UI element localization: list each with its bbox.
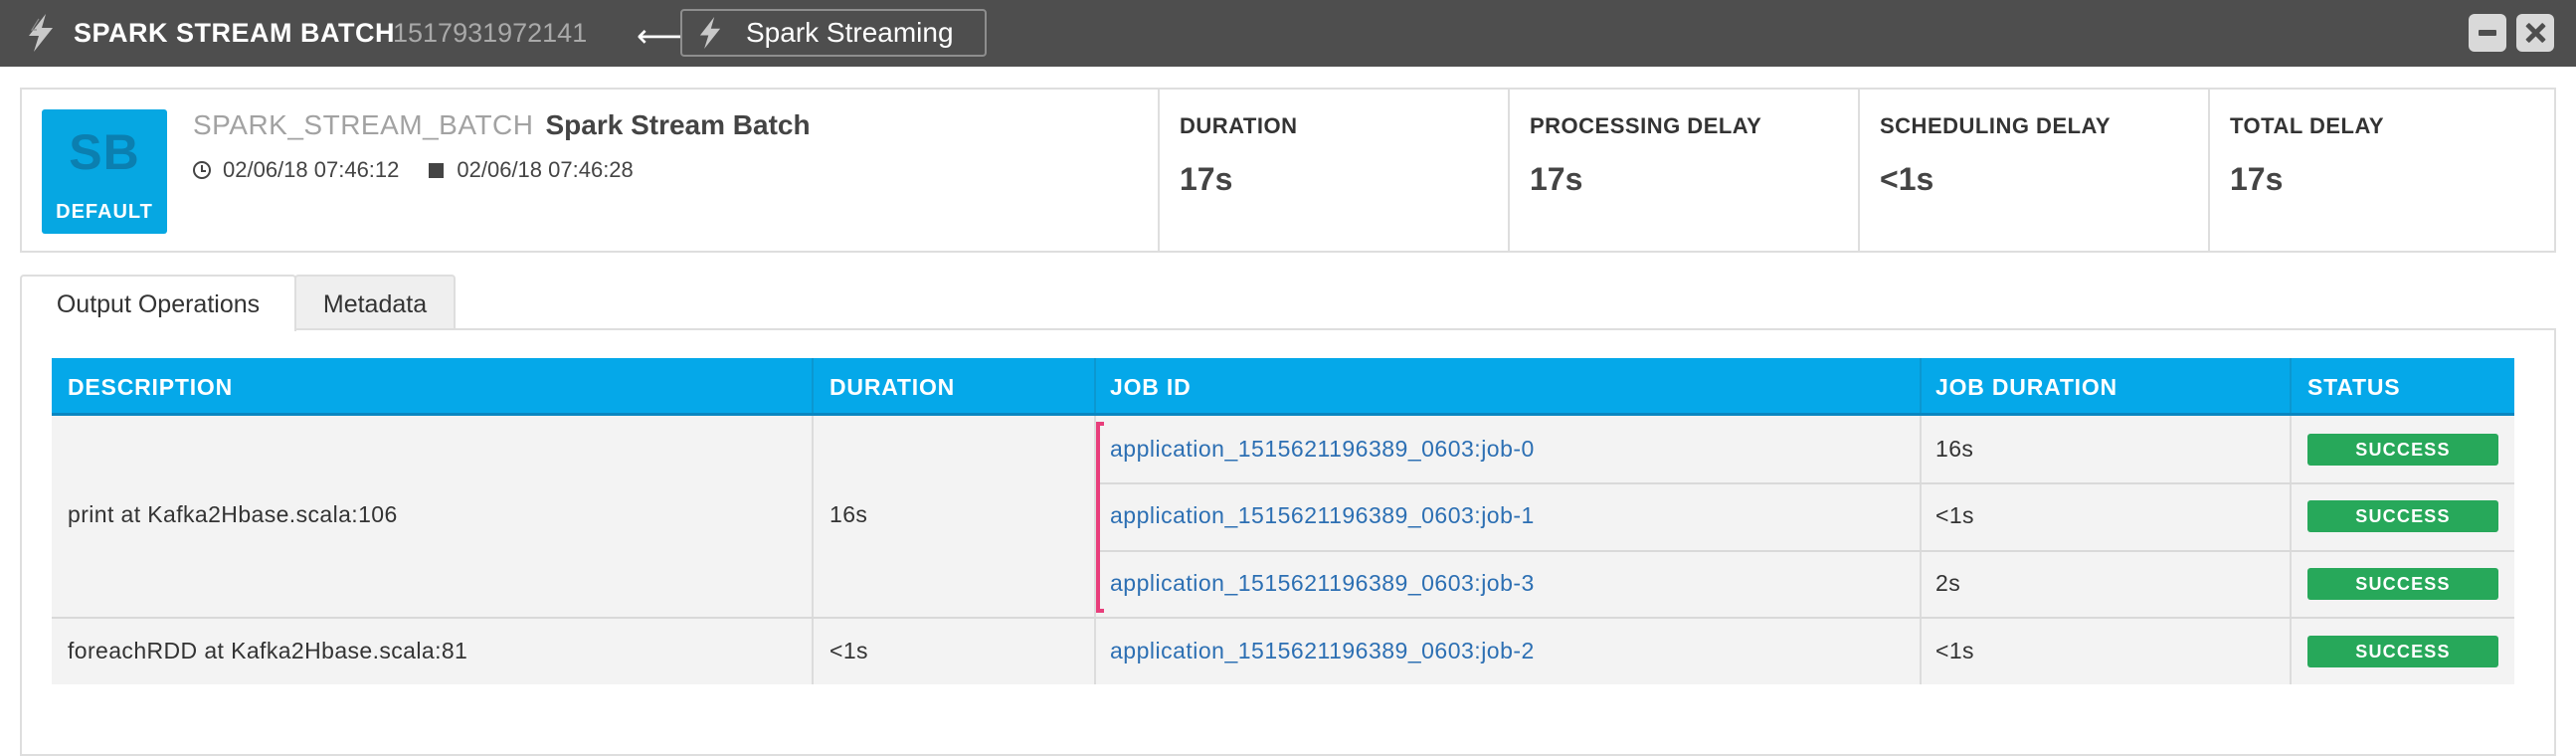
title-bar: SPARK STREAM BATCH 1517931972141 ⟵ Spark…	[0, 0, 2576, 67]
job-id-link[interactable]: application_1515621196389_0603:job-1	[1110, 502, 1535, 529]
table-header: DESCRIPTION DURATION JOB ID JOB DURATION…	[52, 358, 2514, 416]
lightning-bolt-icon	[29, 14, 53, 52]
column-header-duration[interactable]: DURATION	[829, 358, 955, 413]
time-range: 02/06/18 07:46:12 02/06/18 07:46:28	[193, 157, 634, 183]
job-duration: <1s	[1935, 638, 1974, 663]
tab-metadata[interactable]: Metadata	[294, 275, 456, 329]
job-duration: <1s	[1935, 502, 1974, 528]
parent-app-label: Spark Streaming	[746, 17, 954, 48]
entity-identity: SPARK_STREAM_BATCH Spark Stream Batch	[193, 109, 811, 141]
job-id-link[interactable]: application_1515621196389_0603:job-3	[1110, 570, 1535, 597]
metric-label: TOTAL DELAY	[2230, 113, 2385, 138]
entity-type: SPARK_STREAM_BATCH	[193, 109, 534, 140]
job-duration: 2s	[1935, 570, 1961, 596]
column-divider	[2290, 358, 2292, 413]
status-badge: SUCCESS	[2307, 636, 2498, 667]
window-title: SPARK STREAM BATCH	[74, 18, 395, 48]
batch-summary: SB DEFAULT SPARK_STREAM_BATCH Spark Strea…	[20, 88, 2556, 253]
metric-label: SCHEDULING DELAY	[1880, 113, 2112, 138]
entity-name: Spark Stream Batch	[545, 109, 811, 140]
operation-description: foreachRDD at Kafka2Hbase.scala:81	[68, 638, 468, 663]
badge-initials: SB	[69, 124, 140, 180]
metric-processing-delay: PROCESSING DELAY 17s	[1508, 90, 1858, 251]
column-header-job-duration[interactable]: JOB DURATION	[1935, 358, 2117, 413]
lightning-bolt-icon	[699, 17, 721, 49]
parent-app-button[interactable]: Spark Streaming	[680, 9, 987, 57]
metric-duration: DURATION 17s	[1158, 90, 1508, 251]
group-highlight-bracket	[1096, 422, 1104, 613]
minimize-button[interactable]	[2469, 14, 2506, 52]
column-header-description[interactable]: DESCRIPTION	[68, 358, 233, 413]
end-time: 02/06/18 07:46:28	[457, 157, 634, 182]
status-badge: SUCCESS	[2307, 434, 2498, 466]
start-time: 02/06/18 07:46:12	[223, 157, 400, 182]
tab-output-operations[interactable]: Output Operations	[20, 275, 296, 331]
close-button[interactable]	[2516, 14, 2554, 52]
entity-badge: SB DEFAULT	[42, 109, 167, 234]
column-divider	[1920, 358, 1922, 413]
metric-label: DURATION	[1180, 113, 1298, 138]
row-divider	[52, 617, 2514, 619]
job-duration: 16s	[1935, 436, 1974, 462]
column-header-status[interactable]: STATUS	[2307, 358, 2400, 413]
job-id-link[interactable]: application_1515621196389_0603:job-0	[1110, 436, 1535, 463]
status-badge: SUCCESS	[2307, 568, 2498, 600]
stop-icon	[429, 163, 445, 178]
column-divider	[812, 416, 814, 684]
batch-id: 1517931972141	[393, 18, 588, 48]
job-id-link[interactable]: application_1515621196389_0603:job-2	[1110, 638, 1535, 664]
back-arrow-icon[interactable]: ⟵	[637, 0, 682, 67]
column-divider	[812, 358, 814, 413]
clock-icon	[193, 161, 211, 179]
metric-total-delay: TOTAL DELAY 17s	[2208, 90, 2556, 251]
metric-value: 17s	[1530, 161, 1583, 197]
badge-environment: DEFAULT	[56, 201, 153, 223]
operation-description: print at Kafka2Hbase.scala:106	[68, 501, 398, 527]
status-badge: SUCCESS	[2307, 500, 2498, 532]
metric-label: PROCESSING DELAY	[1530, 113, 1762, 138]
metric-scheduling-delay: SCHEDULING DELAY <1s	[1858, 90, 2208, 251]
column-header-job-id[interactable]: JOB ID	[1110, 358, 1191, 413]
operation-duration: <1s	[829, 638, 868, 663]
operation-duration: 16s	[829, 501, 868, 527]
metric-value: 17s	[1180, 161, 1233, 197]
metric-value: 17s	[2230, 161, 2284, 197]
metric-value: <1s	[1880, 161, 1934, 197]
row-divider	[1096, 482, 2514, 484]
minimize-icon	[2479, 30, 2496, 36]
column-divider	[1094, 358, 1096, 413]
row-divider	[1096, 550, 2514, 552]
